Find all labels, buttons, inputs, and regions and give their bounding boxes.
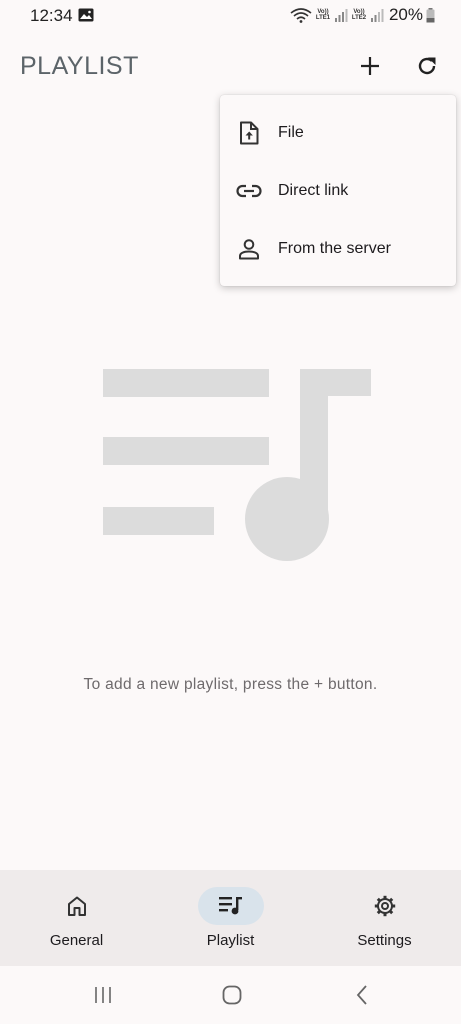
recent-apps-button[interactable] [89, 982, 117, 1008]
wifi-icon [290, 8, 312, 23]
home-button[interactable] [218, 982, 246, 1008]
refresh-button[interactable] [413, 52, 441, 80]
system-navigation-bar [0, 966, 461, 1024]
sim2-label: Vo)) LTE2 [351, 9, 367, 21]
menu-item-file[interactable]: File [220, 104, 456, 162]
add-playlist-button[interactable] [356, 52, 384, 80]
menu-item-label: File [278, 124, 304, 141]
menu-item-label: Direct link [278, 182, 349, 199]
playlist-music-icon [103, 369, 371, 561]
nav-icon-container [352, 887, 418, 925]
playlist-icon [219, 897, 242, 915]
status-indicators: Vo)) LTE1 Vo)) LTE2 20% [290, 5, 435, 25]
signal-icon-sim2 [370, 9, 384, 22]
empty-state-message: To add a new playlist, press the + butto… [83, 676, 378, 693]
bottom-navigation: General Playlist Settings [0, 870, 461, 966]
recent-apps-icon [95, 987, 111, 1003]
plus-icon [361, 57, 379, 75]
nav-label: Settings [357, 932, 412, 949]
signal-icon-sim1 [334, 9, 348, 22]
page-title: PLAYLIST [20, 52, 139, 80]
back-chevron-icon [356, 985, 367, 1005]
gear-icon [374, 895, 396, 917]
image-notification-icon [78, 8, 94, 22]
back-button[interactable] [348, 982, 376, 1008]
menu-item-from-server[interactable]: From the server [220, 220, 456, 278]
sim1-label: Vo)) LTE1 [315, 9, 331, 21]
battery-icon [426, 7, 435, 22]
home-icon [68, 896, 86, 916]
battery-percent: 20% [388, 5, 423, 24]
link-icon [236, 178, 262, 204]
menu-item-direct-link[interactable]: Direct link [220, 162, 456, 220]
home-circle-icon [222, 985, 242, 1005]
file-upload-icon [236, 120, 262, 146]
nav-label: General [49, 932, 104, 949]
nav-icon-container [44, 887, 110, 925]
person-icon [236, 236, 262, 262]
status-bar: 12:34 Vo)) LTE1 Vo)) LTE2 20% [0, 0, 461, 30]
refresh-icon [418, 57, 436, 75]
nav-icon-container [198, 887, 264, 925]
nav-item-settings[interactable]: Settings [308, 870, 461, 966]
menu-item-label: From the server [278, 240, 391, 257]
nav-item-playlist[interactable]: Playlist [154, 870, 307, 966]
status-time: 12:34 [30, 6, 73, 25]
add-playlist-menu: File Direct link From the server [220, 95, 456, 286]
nav-item-general[interactable]: General [0, 870, 153, 966]
nav-label: Playlist [206, 932, 255, 949]
